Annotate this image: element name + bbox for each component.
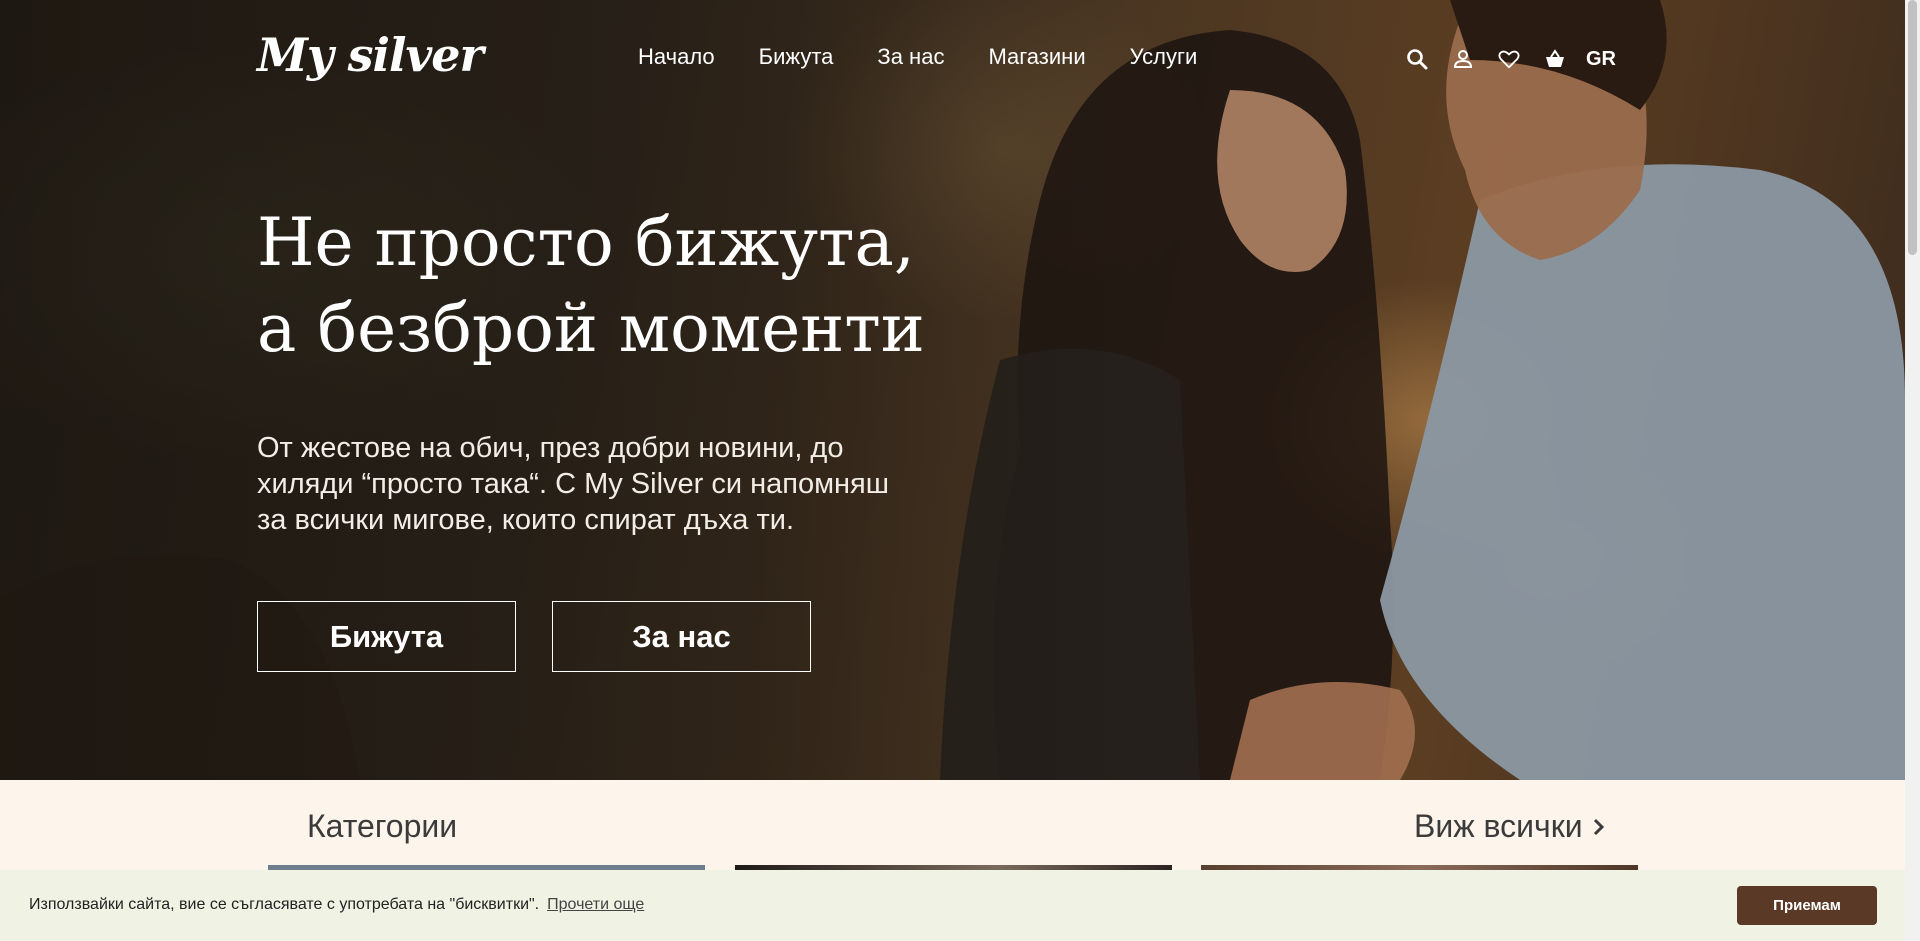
cookie-bar: Използвайки сайта, вие се съгласявате с … [0, 870, 1905, 941]
nav-item-home[interactable]: Начало [638, 44, 715, 70]
search-icon[interactable] [1404, 46, 1430, 72]
scrollbar-thumb[interactable] [1908, 0, 1917, 255]
nav-item-about[interactable]: За нас [877, 44, 944, 70]
language-switch[interactable]: GR [1586, 48, 1616, 71]
hero-title-line-1: Не просто бижута, [257, 204, 915, 281]
nav-item-stores[interactable]: Магазини [988, 44, 1085, 70]
accept-cookies-button[interactable]: Приемам [1737, 886, 1877, 925]
cookie-text: Използвайки сайта, вие се съгласявате с … [29, 896, 540, 913]
nav-item-services[interactable]: Услуги [1130, 44, 1198, 70]
scrollbar[interactable] [1905, 0, 1920, 941]
categories-title: Категории [307, 808, 458, 844]
nav-item-jewelry[interactable]: Бижута [759, 44, 834, 70]
header-icons: GR [1404, 46, 1616, 72]
cookie-message: Използвайки сайта, вие се съгласявате с … [29, 896, 644, 914]
page: My silver Начало Бижута За нас Магазини … [0, 0, 1905, 941]
hero-title: Не просто бижута, а безброй моменти [257, 200, 957, 372]
view-all-label: Виж всички [1414, 808, 1583, 844]
chevron-right-icon [1593, 818, 1604, 835]
jewelry-button[interactable]: Бижута [257, 601, 516, 672]
hero-section: My silver Начало Бижута За нас Магазини … [0, 0, 1905, 780]
logo[interactable]: My silver [257, 28, 484, 82]
read-more-link[interactable]: Прочети още [547, 896, 644, 913]
user-icon[interactable] [1450, 46, 1476, 72]
heart-icon[interactable] [1496, 46, 1522, 72]
basket-icon[interactable] [1542, 46, 1568, 72]
hero-subtitle: От жестове на обич, през добри новини, д… [257, 432, 890, 536]
hero-title-line-2: а безброй моменти [257, 290, 925, 367]
view-all-link[interactable]: Виж всички [1414, 808, 1605, 845]
about-button[interactable]: За нас [552, 601, 811, 672]
main-nav: Начало Бижута За нас Магазини Услуги [638, 44, 1241, 70]
